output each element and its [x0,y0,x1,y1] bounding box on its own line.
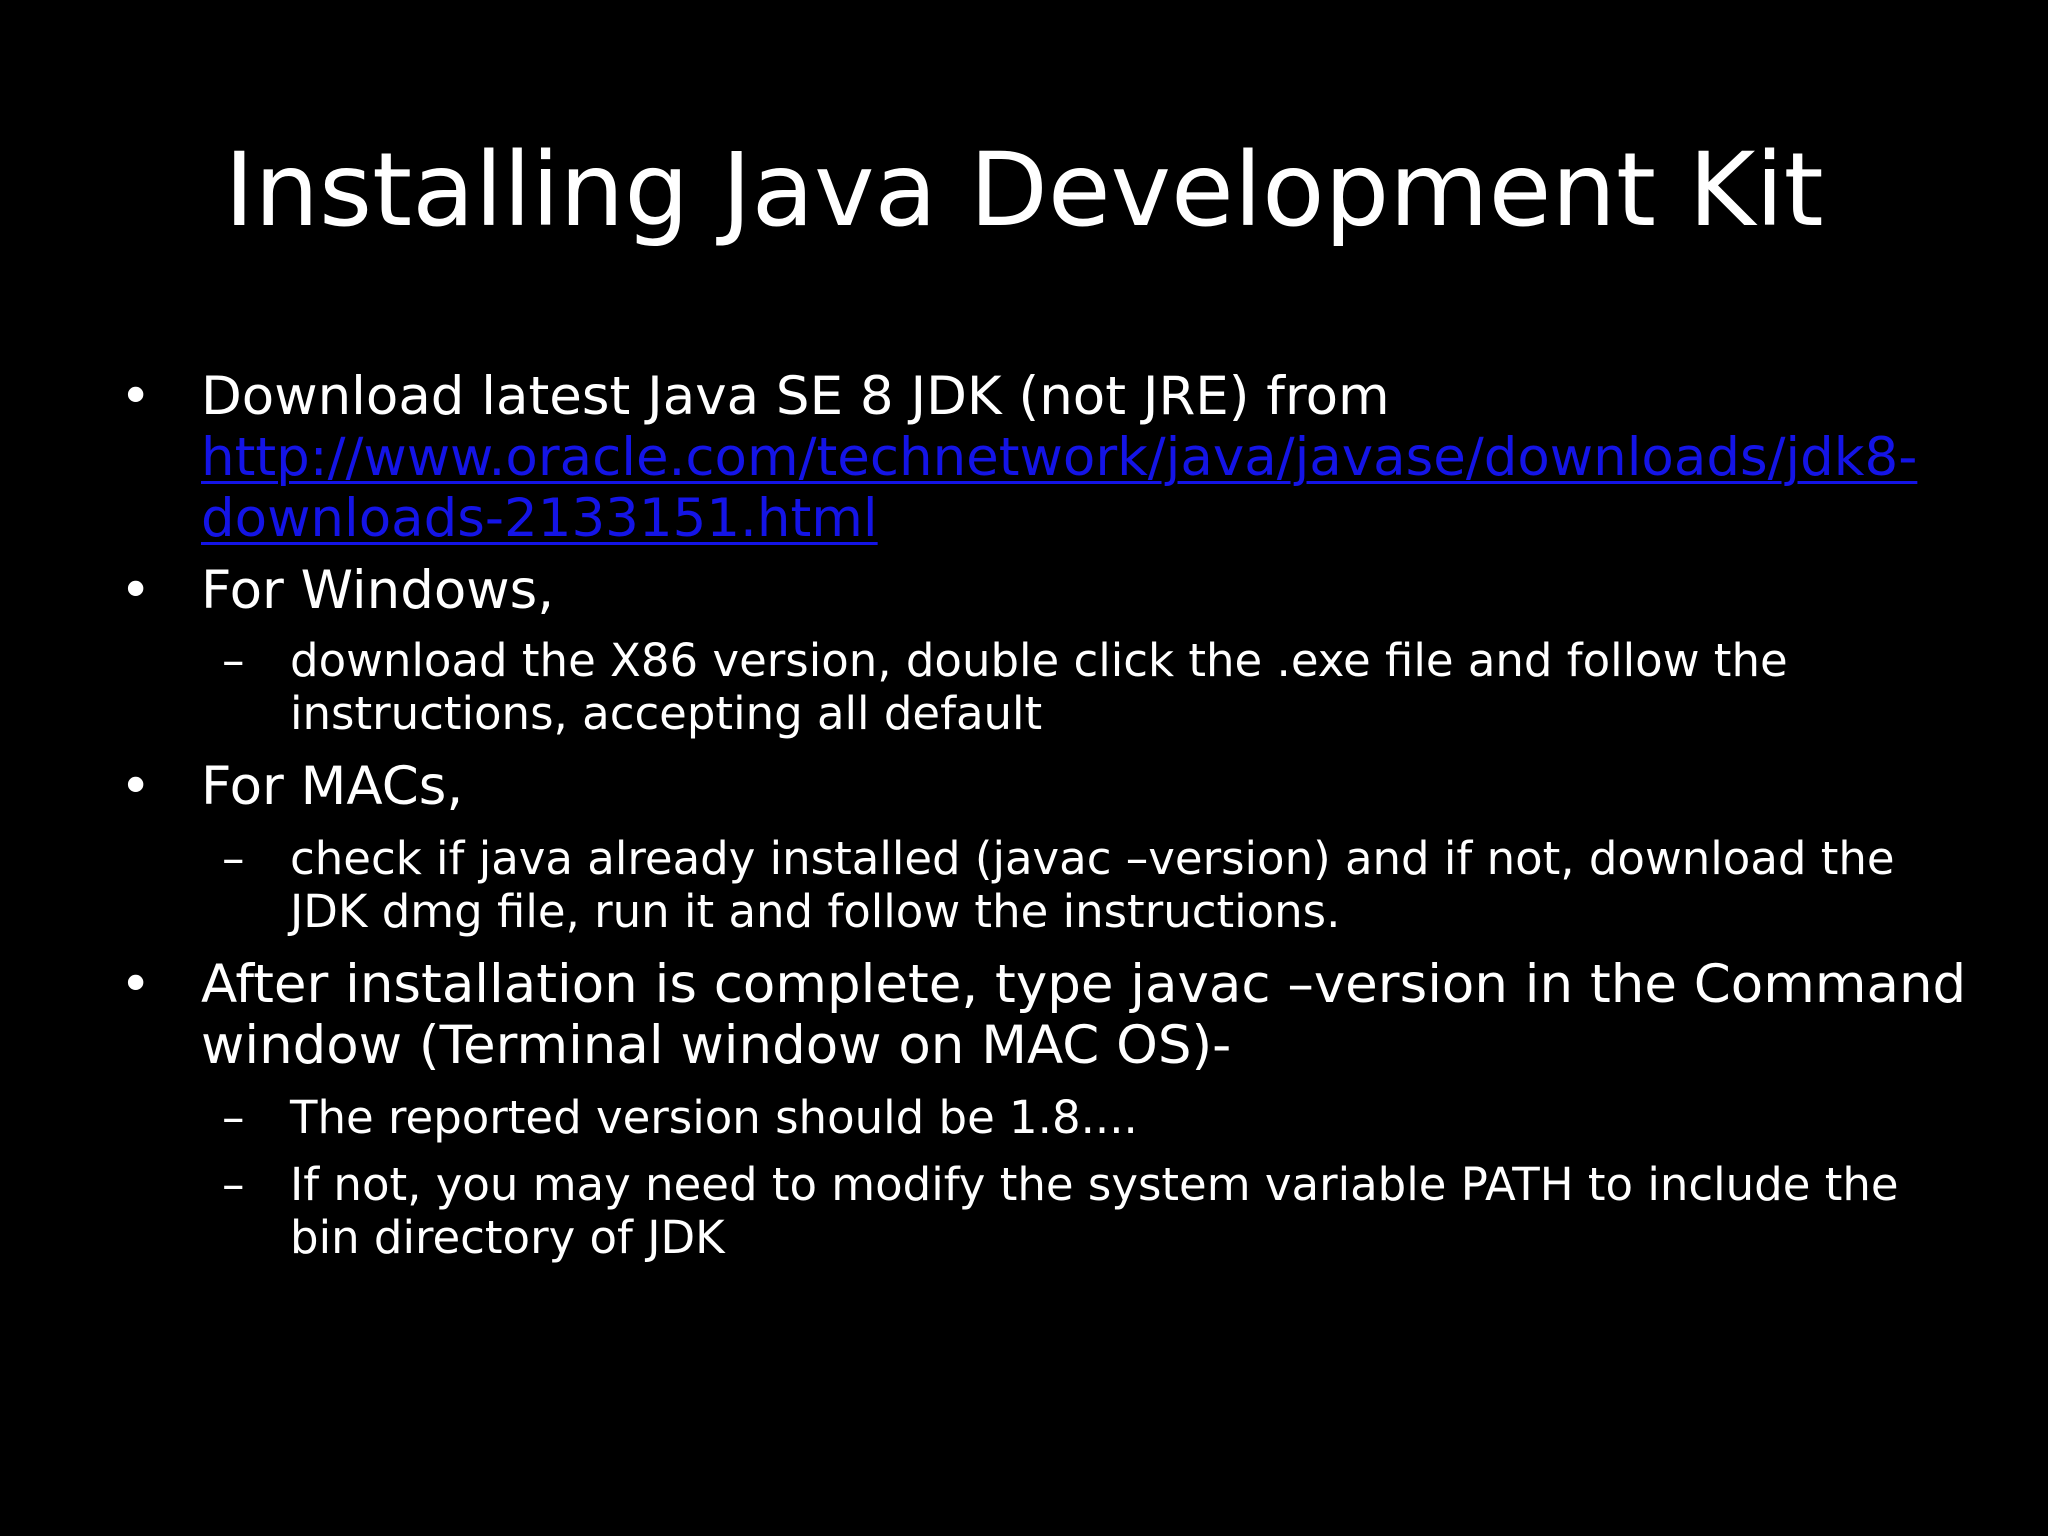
sub-bullet-line: instructions, accepting all default [290,687,1043,740]
bullet-mark: • [120,954,152,1015]
link-line-1[interactable]: http://www.oracle.com/technetwork/java/j… [201,427,1917,488]
sub-bullet-line: download the X86 version, double click t… [290,634,1788,687]
sub-bullet-text: check if java already installed (javac –… [290,832,1895,938]
sub-bullet-line: If not, you may need to modify the syste… [290,1158,1899,1211]
sub-bullet-line: JDK dmg file, run it and follow the inst… [290,885,1341,938]
sub-bullet-mark: – [222,1158,245,1211]
sub-bullet-line: check if java already installed (javac –… [290,832,1895,885]
slide-title: Installing Java Development Kit [224,131,1824,250]
bullet-text: After installation is complete, type jav… [201,954,1966,1076]
sub-bullet-text: The reported version should be 1.8.... [290,1091,1138,1144]
sub-bullet-line: bin directory of JDK [290,1211,725,1264]
slide: Installing Java Development Kit • Downlo… [0,0,2048,1536]
link-line-2[interactable]: downloads-2133151.html [201,488,1917,549]
bullet-mark: • [120,560,152,621]
sub-bullet-mark: – [222,1091,245,1144]
sub-bullet-text: download the X86 version, double click t… [290,634,1788,740]
bullet-line: Download latest Java SE 8 JDK (not JRE) … [201,366,1390,427]
bullet-text: For Windows, [201,560,555,621]
bullet-text: For MACs, [201,756,464,817]
bullet-mark: • [120,366,152,427]
bullet-text: Download latest Java SE 8 JDK (not JRE) … [201,366,1917,549]
jdk-download-link[interactable]: http://www.oracle.com/technetwork/java/j… [201,427,1917,549]
bullet-line: After installation is complete, type jav… [201,954,1967,1015]
sub-bullet-text: If not, you may need to modify the syste… [290,1158,1899,1264]
bullet-mark: • [120,756,152,817]
sub-bullet-mark: – [222,832,245,885]
bullet-line: window (Terminal window on MAC OS)- [201,1015,1232,1076]
sub-bullet-mark: – [222,634,245,687]
